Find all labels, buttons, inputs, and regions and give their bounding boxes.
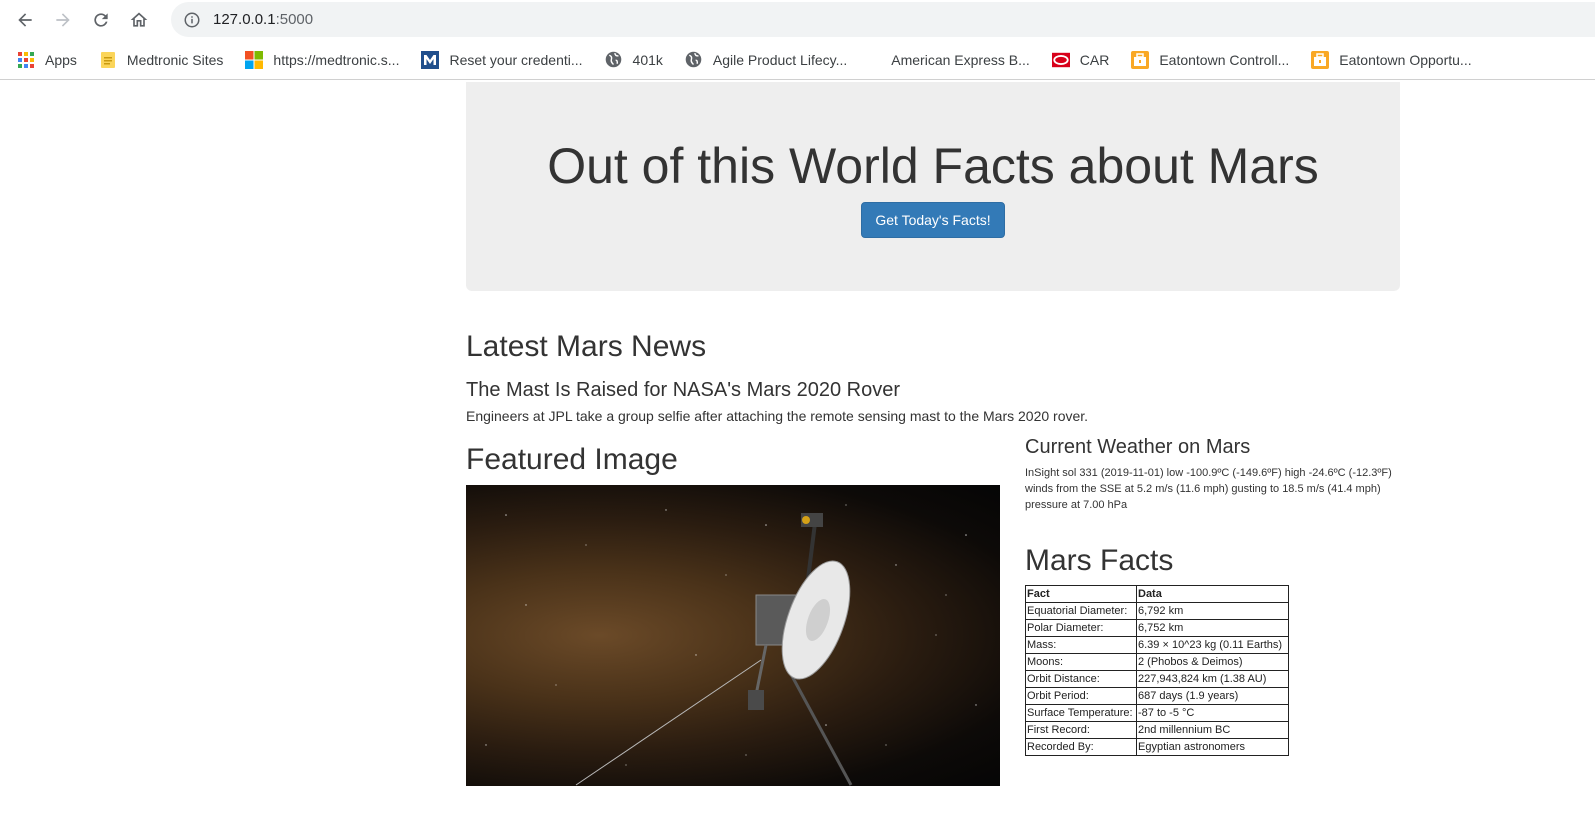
bookmark-label: https://medtronic.s...: [273, 51, 400, 68]
bookmark-label: CAR: [1079, 51, 1110, 68]
fact-value: 2 (Phobos & Deimos): [1136, 653, 1289, 671]
fact-value: 2nd millennium BC: [1136, 721, 1289, 739]
reload-icon: [94, 13, 108, 27]
address-bar[interactable]: 127.0.0.1:5000: [171, 2, 1595, 37]
url-port: :5000: [275, 11, 314, 28]
fact-value: Egyptian astronomers: [1136, 738, 1289, 756]
bookmark-american-express[interactable]: American Express B...: [891, 52, 1030, 68]
bookmark-label: Eatontown Opportu...: [1339, 51, 1472, 68]
apps-grid-icon: [17, 51, 35, 69]
table-row: Mass: 6.39 × 10^23 kg (0.11 Earths): [1025, 636, 1289, 654]
weather-heading: Current Weather on Mars: [1025, 436, 1251, 458]
bookmark-label: Agile Product Lifecy...: [712, 51, 848, 68]
bookmark-eatontown-opportunity[interactable]: Eatontown Opportu...: [1311, 50, 1472, 69]
folder-icon: [99, 51, 117, 69]
fact-label: Polar Diameter:: [1025, 619, 1137, 637]
m-logo-icon: [421, 50, 440, 69]
column-header: Fact: [1025, 585, 1137, 603]
table-row: Polar Diameter: 6,752 km: [1025, 619, 1289, 637]
bookmark-eatontown-controller[interactable]: Eatontown Controll...: [1131, 50, 1290, 69]
bookmark-label: Reset your credenti...: [449, 51, 583, 68]
news-section: Latest Mars News The Mast Is Raised for …: [466, 329, 1400, 425]
fact-label: Moons:: [1025, 653, 1137, 671]
bookmark-medtronic-sharepoint[interactable]: https://medtronic.s...: [245, 50, 400, 69]
page-title: Out of this World Facts about Mars: [547, 138, 1319, 194]
forward-icon: [56, 13, 70, 27]
weather-text: InSight sol 331 (2019-11-01) low -100.9º…: [1025, 467, 1392, 511]
fact-value: 6,792 km: [1136, 602, 1289, 620]
fact-label: Recorded By:: [1025, 738, 1137, 756]
fact-label: Equatorial Diameter:: [1025, 602, 1137, 620]
table-row: Orbit Distance: 227,943,824 km (1.38 AU): [1025, 670, 1289, 688]
bookmark-label: American Express B...: [891, 51, 1030, 68]
featured-image: [466, 485, 1000, 786]
facts-table: Fact Data Equatorial Diameter: 6,792 km P…: [1025, 585, 1289, 756]
page-container: Out of this World Facts about Mars Get T…: [466, 82, 1400, 786]
bookmarks-bar: Apps Medtronic Sites https://medtronic.s…: [0, 40, 1595, 80]
fact-value: -87 to -5 °C: [1136, 704, 1289, 722]
briefcase-icon: [1131, 50, 1150, 69]
bookmark-label: Apps: [45, 51, 77, 68]
fact-value: 687 days (1.9 years): [1136, 687, 1289, 705]
back-button[interactable]: [6, 1, 44, 39]
fact-value: 6,752 km: [1136, 619, 1289, 637]
table-row: Surface Temperature: -87 to -5 °C: [1025, 704, 1289, 722]
fact-label: Surface Temperature:: [1025, 704, 1137, 722]
bookmark-label: Medtronic Sites: [126, 51, 224, 68]
fact-label: Orbit Distance:: [1025, 670, 1137, 688]
news-paragraph: Engineers at JPL take a group selfie aft…: [466, 408, 1089, 424]
bookmark-label: 401k: [632, 51, 663, 68]
reload-button[interactable]: [82, 1, 120, 39]
fact-label: First Record:: [1025, 721, 1137, 739]
news-title: The Mast Is Raised for NASA's Mars 2020 …: [466, 379, 900, 401]
spacecraft-image: [485, 504, 977, 786]
back-icon: [18, 13, 32, 27]
fact-value: 6.39 × 10^23 kg (0.11 Earths): [1136, 636, 1289, 654]
table-row: Recorded By: Egyptian astronomers: [1025, 738, 1289, 756]
browser-toolbar: 127.0.0.1:5000: [0, 0, 1595, 40]
info-icon[interactable]: [183, 11, 201, 29]
table-row: Moons: 2 (Phobos & Deimos): [1025, 653, 1289, 671]
table-row: Orbit Period: 687 days (1.9 years): [1025, 687, 1289, 705]
featured-section: Featured Image: [466, 442, 1000, 786]
fact-value: 227,943,824 km (1.38 AU): [1136, 670, 1289, 688]
fact-label: Mass:: [1025, 636, 1137, 654]
jumbotron: Out of this World Facts about Mars Get T…: [466, 82, 1400, 291]
bookmark-agile-plm[interactable]: Agile Product Lifecy...: [685, 51, 847, 69]
bookmark-car[interactable]: CAR: [1051, 51, 1110, 69]
facts-heading: Mars Facts: [1025, 544, 1174, 577]
news-heading: Latest Mars News: [466, 330, 707, 363]
bookmark-401k[interactable]: 401k: [605, 51, 663, 69]
fact-label: Orbit Period:: [1025, 687, 1137, 705]
column-header: Data: [1136, 585, 1289, 603]
bookmark-reset-credentials[interactable]: Reset your credenti...: [421, 50, 583, 69]
forward-button[interactable]: [44, 1, 82, 39]
car-icon: [1051, 51, 1070, 69]
globe-icon: [685, 51, 703, 69]
url-host: 127.0.0.1: [213, 11, 276, 28]
briefcase-icon: [1311, 50, 1330, 69]
bookmark-medtronic-sites[interactable]: Medtronic Sites: [99, 51, 223, 69]
home-button[interactable]: [120, 1, 158, 39]
globe-icon: [605, 51, 623, 69]
sidebar-column: Current Weather on Mars InSight sol 331 …: [1025, 436, 1400, 786]
microsoft-icon: [245, 50, 264, 69]
table-header-row: Fact Data: [1025, 585, 1289, 603]
home-icon: [130, 12, 148, 27]
get-facts-button[interactable]: Get Today's Facts!: [861, 202, 1005, 238]
table-row: Equatorial Diameter: 6,792 km: [1025, 602, 1289, 620]
table-row: First Record: 2nd millennium BC: [1025, 721, 1289, 739]
featured-heading: Featured Image: [466, 443, 678, 476]
content-row: Featured Image Current Weather on Mars I…: [466, 436, 1400, 786]
bookmark-apps[interactable]: Apps: [17, 51, 77, 69]
bookmark-label: Eatontown Controll...: [1159, 51, 1290, 68]
